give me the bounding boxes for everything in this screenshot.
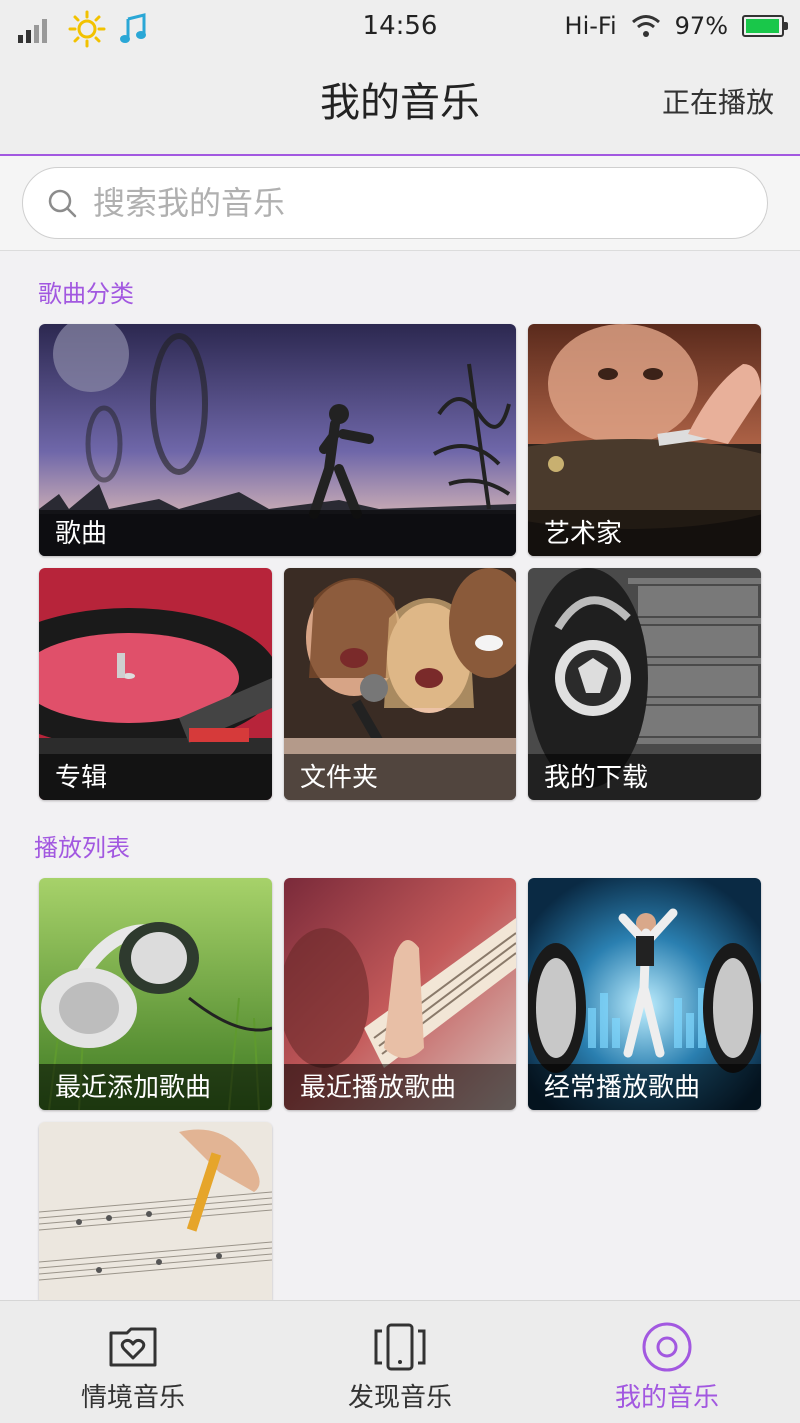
tile-label: 文件夹 — [284, 754, 516, 800]
sheet-music-image — [39, 1122, 272, 1300]
tile-recently-added[interactable]: 最近添加歌曲 — [39, 878, 272, 1110]
now-playing-button[interactable]: 正在播放 — [662, 52, 774, 154]
tile-playlist-partial[interactable] — [39, 1122, 272, 1300]
search-icon — [48, 189, 77, 218]
tile-label: 歌曲 — [39, 510, 516, 556]
folder-heart-icon — [109, 1327, 157, 1367]
status-bar: 14:56 Hi-Fi 97% — [0, 0, 800, 52]
search-box[interactable] — [22, 167, 768, 239]
tile-label: 经常播放歌曲 — [528, 1064, 761, 1110]
battery-icon — [742, 15, 788, 37]
tile-albums[interactable]: 专辑 — [39, 568, 272, 800]
tab-label: 情境音乐 — [80, 1383, 185, 1413]
search-input[interactable] — [91, 183, 695, 223]
tab-label: 我的音乐 — [614, 1383, 719, 1413]
title-bar: 我的音乐 正在播放 — [0, 52, 800, 156]
tab-my-music[interactable]: 我的音乐 — [534, 1301, 800, 1423]
tile-frequently-played[interactable]: 经常播放歌曲 — [528, 878, 761, 1110]
section-title-playlists: 播放列表 — [34, 834, 130, 862]
hifi-label: Hi-Fi — [564, 12, 617, 40]
search-area — [0, 156, 800, 251]
tile-recently-played[interactable]: 最近播放歌曲 — [284, 878, 516, 1110]
battery-percent: 97% — [674, 12, 728, 40]
phone-icon — [374, 1323, 426, 1371]
wifi-icon — [631, 15, 660, 37]
tile-label: 最近播放歌曲 — [284, 1064, 516, 1110]
tab-situational-music[interactable]: 情境音乐 — [0, 1301, 266, 1423]
tile-label: 我的下载 — [528, 754, 761, 800]
tab-label: 发现音乐 — [347, 1383, 452, 1413]
tile-folders[interactable]: 文件夹 — [284, 568, 516, 800]
bottom-nav: 情境音乐 发现音乐 我的音乐 — [0, 1300, 800, 1423]
tile-label: 最近添加歌曲 — [39, 1064, 272, 1110]
tile-songs[interactable]: 歌曲 — [39, 324, 516, 556]
tile-label: 艺术家 — [528, 510, 761, 556]
tab-discover-music[interactable]: 发现音乐 — [267, 1301, 533, 1423]
tile-artists[interactable]: 艺术家 — [528, 324, 761, 556]
status-icons-right: Hi-Fi 97% — [564, 0, 788, 52]
section-title-categories: 歌曲分类 — [38, 280, 134, 308]
tile-downloads[interactable]: 我的下载 — [528, 568, 761, 800]
tile-label: 专辑 — [39, 754, 272, 800]
record-icon — [642, 1322, 692, 1372]
